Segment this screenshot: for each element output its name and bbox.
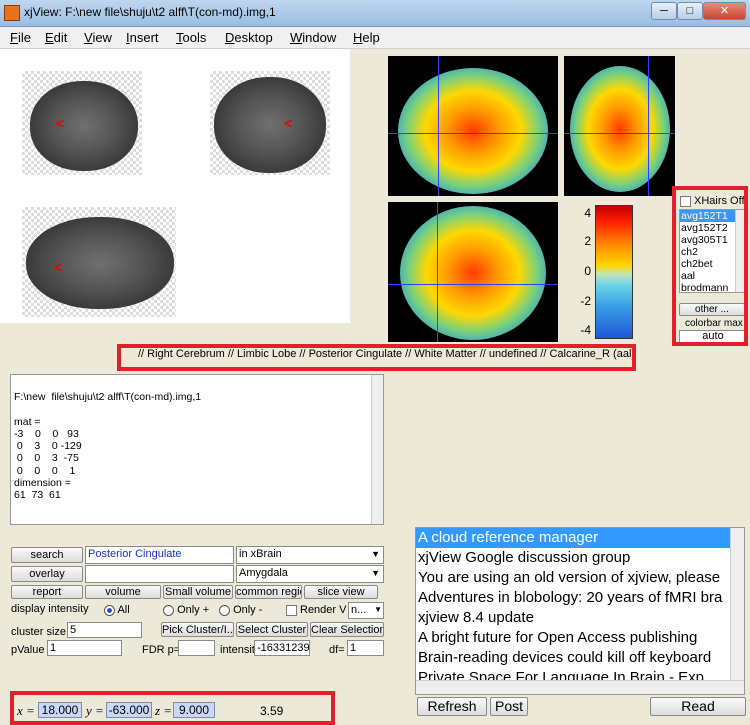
maximize-button[interactable]: □ <box>677 2 703 20</box>
search-input[interactable]: Posterior Cingulate <box>85 546 234 564</box>
radio-only-negative[interactable]: Only - <box>219 604 262 616</box>
search-button[interactable]: search <box>11 547 83 563</box>
window-title: xjView: F:\new file\shuju\t2 alff\T(con-… <box>24 5 276 19</box>
slice-marker: < <box>56 115 65 131</box>
report-button[interactable]: report <box>11 585 83 599</box>
refresh-button[interactable]: Refresh <box>417 697 487 716</box>
slice-marker: < <box>284 115 293 131</box>
news-item[interactable]: xjview 8.4 update <box>416 608 744 628</box>
chevron-down-icon: ▼ <box>371 568 380 578</box>
read-button[interactable]: Read <box>650 697 746 716</box>
chevron-down-icon: ▼ <box>374 605 382 614</box>
volume-button[interactable]: volume <box>85 585 161 599</box>
info-scrollbar[interactable] <box>371 375 383 524</box>
small-volume-button[interactable]: Small volume <box>163 585 233 599</box>
colorbar-tick: 0 <box>584 264 591 278</box>
cluster-size-input[interactable]: 5 <box>67 622 142 638</box>
glass-brain-axial[interactable]: < <box>22 207 176 317</box>
info-text: F:\new file\shuju\t2 alff\T(con-md).img,… <box>14 391 202 502</box>
radio-only-positive[interactable]: Only + <box>163 604 209 616</box>
close-button[interactable]: ✕ <box>703 2 746 20</box>
menu-window[interactable]: Window <box>290 30 336 45</box>
overlay-input[interactable] <box>85 565 234 583</box>
radio-all[interactable]: All <box>104 604 130 616</box>
radio-icon <box>219 604 230 616</box>
highlight-box <box>10 691 335 725</box>
app-icon <box>4 5 20 21</box>
menu-insert[interactable]: Insert <box>126 30 159 45</box>
news-item[interactable]: A bright future for Open Access publishi… <box>416 628 744 648</box>
news-item[interactable]: Brain-reading devices could kill off key… <box>416 648 744 668</box>
news-item[interactable]: Adventures in blobology: 20 years of fMR… <box>416 588 744 608</box>
render-view-checkbox[interactable]: Render V <box>286 604 346 616</box>
news-item[interactable]: xjView Google discussion group <box>416 548 744 568</box>
info-textbox[interactable]: F:\new file\shuju\t2 alff\T(con-md).img,… <box>10 374 384 525</box>
minimize-button[interactable]: ─ <box>651 2 677 20</box>
df-input[interactable]: 1 <box>347 640 384 656</box>
glass-brain-coronal[interactable]: < <box>210 71 330 175</box>
fdr-label: FDR p= <box>142 644 181 656</box>
render-view-select[interactable]: n... ▼ <box>348 602 384 619</box>
overlay-select[interactable]: Amygdala ▼ <box>236 565 384 583</box>
fdr-input[interactable] <box>178 640 215 656</box>
news-horizontal-scrollbar[interactable] <box>416 680 744 694</box>
colorbar-tick: 4 <box>584 206 591 220</box>
intensity-input[interactable]: -16331239 <box>254 640 310 656</box>
colorbar-tick: 2 <box>584 234 591 248</box>
slice-marker: < <box>54 259 63 275</box>
pick-cluster-button[interactable]: Pick Cluster/I... <box>161 622 234 637</box>
colorbar-tick: -4 <box>580 323 591 337</box>
menu-edit[interactable]: Edit <box>45 30 67 45</box>
pvalue-label: pValue <box>11 644 45 656</box>
section-view-axial[interactable] <box>388 202 558 342</box>
menu-tools[interactable]: Tools <box>176 30 206 45</box>
slice-view-button[interactable]: slice view <box>304 585 378 599</box>
news-vertical-scrollbar[interactable] <box>730 528 744 680</box>
intensity-label: intensit <box>220 644 255 656</box>
section-view-sagittal[interactable] <box>388 56 558 196</box>
menu-help[interactable]: Help <box>353 30 380 45</box>
news-item[interactable]: You are using an old version of xjview, … <box>416 568 744 588</box>
news-list[interactable]: A cloud reference manager xjView Google … <box>415 527 745 695</box>
chevron-down-icon: ▼ <box>371 549 380 559</box>
menu-desktop[interactable]: Desktop <box>225 30 273 45</box>
title-bar: xjView: F:\new file\shuju\t2 alff\T(con-… <box>0 0 750 27</box>
highlight-box <box>672 186 748 346</box>
common-region-button[interactable]: common regio <box>235 585 302 599</box>
radio-icon <box>163 604 174 616</box>
df-label: df= <box>329 644 345 656</box>
radio-selected-icon <box>104 604 115 616</box>
menu-bar: File Edit View Insert Tools Desktop Wind… <box>0 27 750 49</box>
post-button[interactable]: Post <box>490 697 528 716</box>
menu-file[interactable]: File <box>10 30 31 45</box>
overlay-button[interactable]: overlay <box>11 566 83 582</box>
colorbar-tick: -2 <box>580 294 591 308</box>
section-view-coronal[interactable] <box>564 56 675 196</box>
menu-view[interactable]: View <box>84 30 112 45</box>
cluster-size-label: cluster size <box>11 626 67 638</box>
colorbar <box>595 205 633 339</box>
search-scope-select[interactable]: in xBrain ▼ <box>236 546 384 564</box>
glass-brain-panel: < < < <box>0 49 350 323</box>
display-intensity-label: display intensity <box>11 603 89 615</box>
select-cluster-button[interactable]: Select Cluster <box>236 622 308 637</box>
pvalue-input[interactable]: 1 <box>47 640 122 656</box>
news-item[interactable]: A cloud reference manager <box>416 528 744 548</box>
clear-selection-button[interactable]: Clear Selection <box>310 622 384 637</box>
glass-brain-sagittal[interactable]: < <box>22 71 142 175</box>
highlight-box <box>117 344 636 371</box>
